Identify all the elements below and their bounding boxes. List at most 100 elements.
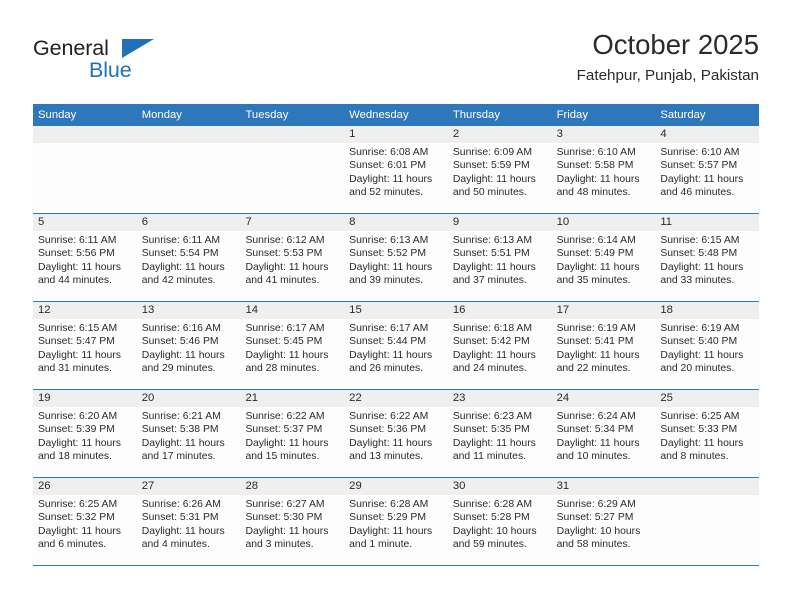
calendar-day-cell[interactable]: 15 Sunrise: 6:17 AM Sunset: 5:44 PM Dayligh… bbox=[344, 302, 448, 389]
calendar-week-row: 5 Sunrise: 6:11 AM Sunset: 5:56 PM Daylight… bbox=[33, 214, 760, 302]
calendar-grid: Sunday Monday Tuesday Wednesday Thursday Frid… bbox=[33, 104, 760, 566]
calendar-day-cell[interactable]: 12 Sunrise: 6:15 AM Sunset: 5:47 PM Dayligh… bbox=[33, 302, 137, 389]
calendar-day-cell[interactable]: 23 Sunrise: 6:23 AM Sunset: 5:35 PM Dayligh… bbox=[447, 390, 552, 477]
day-sun-info: Sunrise: 6:28 AM Sunset: 5:29 PM Daylight:… bbox=[344, 495, 448, 552]
calendar-week-row: 12 Sunrise: 6:15 AM Sunset: 5:47 PM Dayligh… bbox=[33, 302, 760, 390]
calendar-day-cell[interactable]: 2 Sunrise: 6:09 AM Sunset: 5:59 PM Daylight… bbox=[447, 126, 552, 213]
day-sun-info: Sunrise: 6:10 AM Sunset: 5:58 PM Daylight:… bbox=[552, 143, 656, 200]
day-info-line: and 15 minutes. bbox=[245, 451, 320, 463]
day-info-line: Sunset: 5:44 PM bbox=[349, 336, 426, 348]
calendar-day-cell[interactable]: 14 Sunrise: 6:17 AM Sunset: 5:45 PM Dayligh… bbox=[240, 302, 345, 389]
day-info-line: Sunrise: 6:24 AM bbox=[556, 411, 636, 422]
day-info-line: and 18 minutes. bbox=[38, 451, 112, 463]
calendar-day-cell[interactable]: 27 Sunrise: 6:26 AM Sunset: 5:31 PM Dayligh… bbox=[136, 478, 241, 565]
calendar-day-cell[interactable]: 6 Sunrise: 6:11 AM Sunset: 5:54 PM Daylight… bbox=[136, 214, 241, 301]
day-info-line: Sunrise: 6:26 AM bbox=[141, 499, 221, 510]
day-number bbox=[136, 126, 241, 143]
calendar-day-cell[interactable]: 3 Sunrise: 6:10 AM Sunset: 5:58 PM Daylight… bbox=[551, 126, 656, 213]
day-info-line: Daylight: 11 hours bbox=[556, 173, 640, 185]
calendar-day-cell[interactable]: 8 Sunrise: 6:13 AM Sunset: 5:52 PM Daylight… bbox=[344, 214, 448, 301]
day-number: 1 bbox=[344, 126, 448, 143]
day-info-line: Sunrise: 6:13 AM bbox=[349, 235, 429, 246]
calendar-day-cell[interactable]: 24 Sunrise: 6:24 AM Sunset: 5:34 PM Dayligh… bbox=[551, 390, 656, 477]
calendar-day-cell[interactable]: 22 Sunrise: 6:22 AM Sunset: 5:36 PM Dayligh… bbox=[344, 390, 448, 477]
day-info-line: Sunset: 5:33 PM bbox=[660, 424, 738, 436]
day-number: 21 bbox=[240, 390, 345, 407]
calendar-day-cell[interactable]: 29 Sunrise: 6:28 AM Sunset: 5:29 PM Dayligh… bbox=[344, 478, 448, 565]
calendar-day-cell[interactable]: 9 Sunrise: 6:13 AM Sunset: 5:51 PM Daylight… bbox=[447, 214, 552, 301]
day-info-line: Sunset: 5:52 PM bbox=[349, 248, 426, 260]
calendar-day-cell[interactable]: 19 Sunrise: 6:20 AM Sunset: 5:39 PM Dayligh… bbox=[33, 390, 137, 477]
day-info-line: Sunset: 5:28 PM bbox=[452, 512, 530, 524]
day-sun-info: Sunrise: 6:28 AM Sunset: 5:28 PM Daylight:… bbox=[448, 495, 552, 552]
day-number: 8 bbox=[344, 214, 448, 231]
day-number: 4 bbox=[655, 126, 760, 143]
calendar-day-cell[interactable]: 17 Sunrise: 6:19 AM Sunset: 5:41 PM Dayligh… bbox=[551, 302, 656, 389]
day-sun-info: Sunrise: 6:11 AM Sunset: 5:56 PM Daylight:… bbox=[33, 231, 137, 288]
day-info-line: Sunrise: 6:11 AM bbox=[38, 235, 117, 246]
day-info-line: Sunrise: 6:15 AM bbox=[660, 235, 740, 246]
page-header: General Blue October 2025 Fatehpur, Punj… bbox=[33, 28, 759, 100]
day-number: 9 bbox=[447, 214, 552, 231]
calendar-day-cell[interactable]: 1 Sunrise: 6:08 AM Sunset: 6:01 PM Daylight… bbox=[344, 126, 448, 213]
day-number: 15 bbox=[344, 302, 448, 319]
day-info-line: Sunset: 5:47 PM bbox=[38, 336, 115, 348]
day-info-line: Daylight: 11 hours bbox=[141, 525, 225, 537]
day-info-line: Sunrise: 6:25 AM bbox=[660, 411, 740, 422]
day-info-line: Daylight: 11 hours bbox=[556, 349, 640, 361]
day-info-line: Sunset: 5:27 PM bbox=[556, 512, 634, 524]
day-sun-info: Sunrise: 6:17 AM Sunset: 5:44 PM Daylight:… bbox=[344, 319, 448, 376]
day-number bbox=[240, 126, 345, 143]
day-info-line: and 46 minutes. bbox=[660, 187, 735, 199]
day-sun-info: Sunrise: 6:12 AM Sunset: 5:53 PM Daylight:… bbox=[240, 231, 344, 288]
day-info-line: Sunset: 5:30 PM bbox=[245, 512, 323, 524]
calendar-day-cell[interactable]: 26 Sunrise: 6:25 AM Sunset: 5:32 PM Dayligh… bbox=[33, 478, 137, 565]
day-info-line: and 37 minutes. bbox=[452, 275, 527, 287]
day-info-line: Sunrise: 6:25 AM bbox=[38, 499, 118, 510]
calendar-day-cell[interactable]: 30 Sunrise: 6:28 AM Sunset: 5:28 PM Dayligh… bbox=[447, 478, 552, 565]
calendar-day-cell[interactable]: 20 Sunrise: 6:21 AM Sunset: 5:38 PM Dayligh… bbox=[136, 390, 241, 477]
calendar-day-cell[interactable]: 10 Sunrise: 6:14 AM Sunset: 5:49 PM Dayligh… bbox=[551, 214, 656, 301]
calendar-day-cell[interactable]: 31 Sunrise: 6:29 AM Sunset: 5:27 PM Dayligh… bbox=[551, 478, 656, 565]
calendar-empty-cell bbox=[240, 126, 345, 213]
day-info-line: Daylight: 11 hours bbox=[349, 525, 433, 537]
day-info-line: and 48 minutes. bbox=[556, 187, 631, 199]
calendar-empty-cell bbox=[655, 478, 760, 565]
calendar-day-cell[interactable]: 5 Sunrise: 6:11 AM Sunset: 5:56 PM Daylight… bbox=[33, 214, 137, 301]
day-sun-info: Sunrise: 6:11 AM Sunset: 5:54 PM Daylight:… bbox=[137, 231, 241, 288]
calendar-day-cell[interactable]: 18 Sunrise: 6:19 AM Sunset: 5:40 PM Dayligh… bbox=[655, 302, 760, 389]
day-number: 3 bbox=[551, 126, 656, 143]
calendar-day-cell[interactable]: 11 Sunrise: 6:15 AM Sunset: 5:48 PM Dayligh… bbox=[655, 214, 760, 301]
day-info-line: and 58 minutes. bbox=[556, 539, 631, 551]
day-info-line: Daylight: 11 hours bbox=[245, 437, 329, 449]
day-info-line: Sunset: 6:01 PM bbox=[349, 160, 426, 172]
general-blue-logo[interactable]: General Blue bbox=[33, 36, 223, 92]
calendar-day-cell[interactable]: 25 Sunrise: 6:25 AM Sunset: 5:33 PM Dayligh… bbox=[655, 390, 760, 477]
day-info-line: Sunrise: 6:13 AM bbox=[452, 235, 533, 246]
calendar-day-cell[interactable]: 21 Sunrise: 6:22 AM Sunset: 5:37 PM Dayligh… bbox=[240, 390, 345, 477]
day-info-line: Sunset: 5:32 PM bbox=[38, 512, 115, 524]
day-info-line: Sunrise: 6:08 AM bbox=[349, 147, 429, 158]
day-info-line: Sunset: 5:42 PM bbox=[452, 336, 530, 348]
day-sun-info: Sunrise: 6:08 AM Sunset: 6:01 PM Daylight:… bbox=[344, 143, 448, 200]
day-sun-info: Sunrise: 6:19 AM Sunset: 5:41 PM Daylight:… bbox=[552, 319, 656, 376]
day-info-line: and 39 minutes. bbox=[349, 275, 424, 287]
day-info-line: and 35 minutes. bbox=[556, 275, 631, 287]
day-info-line: and 11 minutes. bbox=[452, 451, 527, 463]
calendar-day-cell[interactable]: 4 Sunrise: 6:10 AM Sunset: 5:57 PM Daylight… bbox=[655, 126, 760, 213]
day-sun-info: Sunrise: 6:25 AM Sunset: 5:32 PM Daylight:… bbox=[33, 495, 137, 552]
day-info-line: Daylight: 11 hours bbox=[452, 437, 536, 449]
day-number: 20 bbox=[136, 390, 241, 407]
day-info-line: and 59 minutes. bbox=[452, 539, 527, 551]
calendar-day-cell[interactable]: 13 Sunrise: 6:16 AM Sunset: 5:46 PM Dayligh… bbox=[136, 302, 241, 389]
day-info-line: and 29 minutes. bbox=[141, 363, 216, 375]
day-info-line: Sunset: 5:56 PM bbox=[38, 248, 115, 260]
calendar-day-cell[interactable]: 28 Sunrise: 6:27 AM Sunset: 5:30 PM Dayligh… bbox=[240, 478, 345, 565]
calendar-page: General Blue October 2025 Fatehpur, Punj… bbox=[0, 0, 792, 612]
day-info-line: Sunrise: 6:16 AM bbox=[141, 323, 221, 334]
calendar-day-cell[interactable]: 7 Sunrise: 6:12 AM Sunset: 5:53 PM Daylight… bbox=[240, 214, 345, 301]
day-sun-info: Sunrise: 6:19 AM Sunset: 5:40 PM Daylight:… bbox=[655, 319, 759, 376]
day-info-line: and 8 minutes. bbox=[660, 451, 729, 463]
calendar-day-cell[interactable]: 16 Sunrise: 6:18 AM Sunset: 5:42 PM Dayligh… bbox=[447, 302, 552, 389]
location-subtitle: Fatehpur, Punjab, Pakistan bbox=[576, 67, 759, 84]
